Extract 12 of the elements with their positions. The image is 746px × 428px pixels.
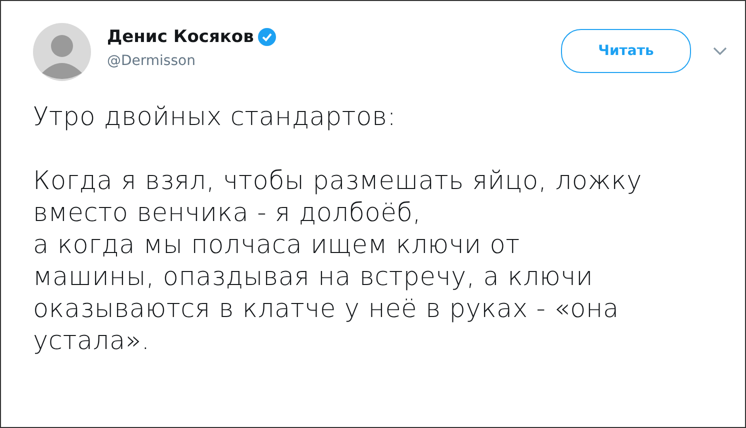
tweet-text-line: машины, опаздывая на встречу, а ключи: [33, 261, 594, 293]
user-name[interactable]: Денис Косяков: [107, 27, 254, 47]
tweet-text-line: Когда я взял, чтобы размешать яйцо, ложку: [33, 165, 642, 197]
follow-button[interactable]: Читать: [561, 29, 691, 73]
tweet-text-line: Утро двойных стандартов:: [33, 101, 396, 133]
tweet-text-line: устала».: [33, 325, 150, 357]
tweet-text-line: вместо венчика - я долбоёб,: [33, 197, 421, 229]
chevron-down-icon[interactable]: [713, 47, 727, 55]
tweet-text-line: а когда мы полчаса ищем ключи от: [33, 229, 520, 261]
avatar-silhouette: [33, 23, 91, 81]
tweet-text-line: оказываются в клатче у неё в руках - «она: [33, 293, 619, 325]
user-handle[interactable]: @Dermisson: [107, 51, 276, 72]
